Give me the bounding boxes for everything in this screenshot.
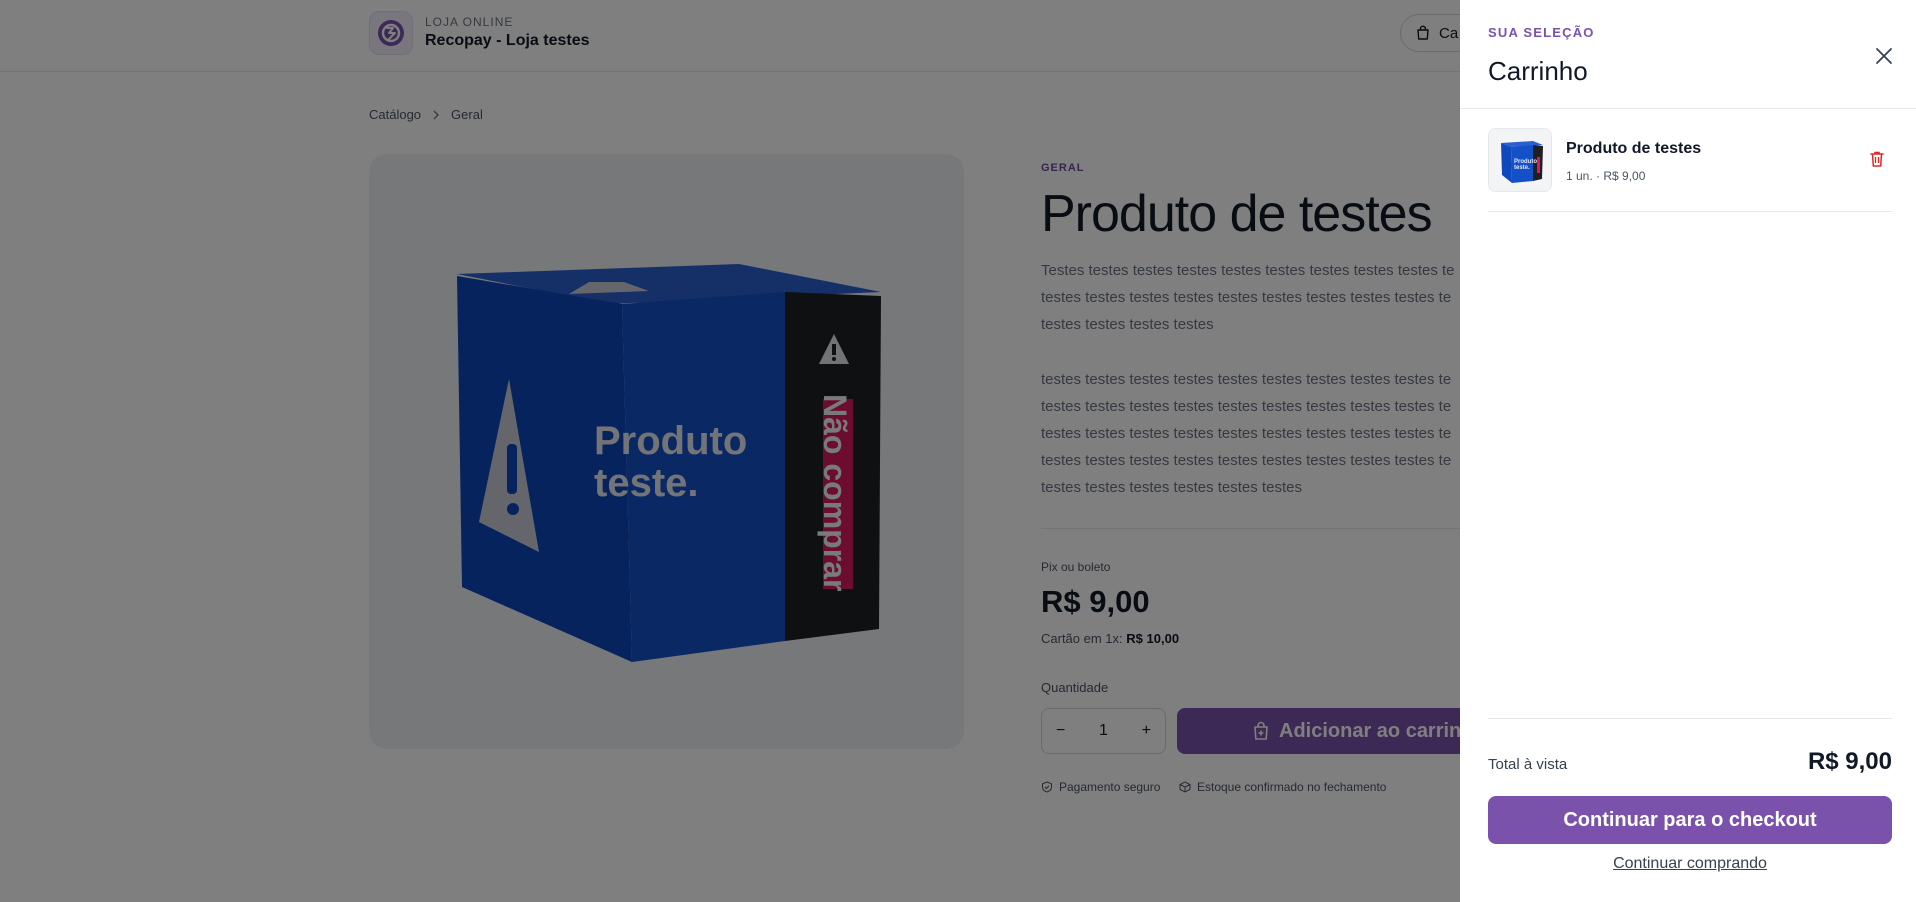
drawer-kicker: SUA SELEÇÃO — [1488, 25, 1595, 40]
cart-drawer: SUA SELEÇÃO Carrinho Produto teste. Prod… — [1460, 0, 1916, 902]
trash-icon — [1870, 151, 1884, 167]
close-icon — [1876, 48, 1892, 64]
continue-shopping-link[interactable]: Continuar comprando — [1488, 855, 1892, 873]
product-thumbnail-image: Produto teste. — [1501, 141, 1543, 183]
remove-item-button[interactable] — [1869, 150, 1885, 168]
divider — [1460, 108, 1916, 109]
cart-item-thumbnail: Produto teste. — [1488, 128, 1552, 192]
cart-item: Produto teste. Produto de testes 1 un. ·… — [1488, 128, 1892, 212]
thumb-text-line2: teste. — [1514, 165, 1530, 171]
total-value: R$ 9,00 — [1807, 748, 1892, 775]
total-label: Total à vista — [1488, 756, 1568, 773]
close-button[interactable] — [1872, 44, 1896, 68]
divider — [1488, 718, 1892, 719]
cart-item-meta: 1 un. · R$ 9,00 — [1566, 169, 1646, 183]
cart-item-name: Produto de testes — [1566, 140, 1702, 157]
drawer-title: Carrinho — [1488, 56, 1588, 86]
checkout-button[interactable]: Continuar para o checkout — [1488, 796, 1892, 844]
